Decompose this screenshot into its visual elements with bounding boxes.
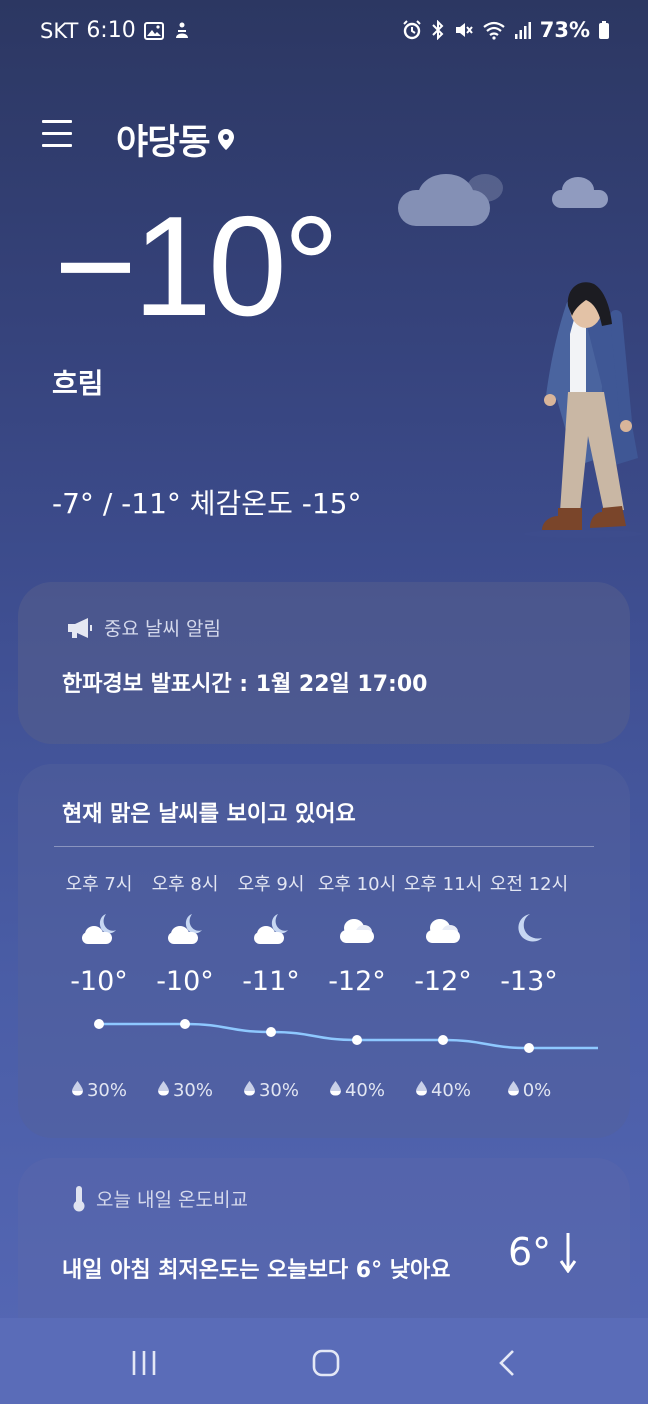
hour-time: 오전 12시 (489, 874, 569, 895)
location-name: 야당동 (116, 123, 211, 163)
alert-text: 한파경보 발표시간 : 1월 22일 17:00 (62, 672, 428, 697)
cloud-moon-icon (250, 910, 292, 948)
hourly-item: 오후 8시 -10° 30% (140, 870, 230, 1101)
current-temperature: −10° (54, 187, 340, 346)
gallery-icon (143, 21, 164, 40)
person-illustration (542, 282, 638, 530)
cloud-illustration-large (398, 174, 503, 226)
compare-header: 오늘 내일 온도비교 (72, 1184, 248, 1212)
alert-header: 중요 날씨 알림 (66, 614, 221, 641)
battery-percent: 73% (539, 18, 590, 42)
home-icon[interactable] (306, 1346, 346, 1380)
weather-alert-card[interactable]: 중요 날씨 알림 한파경보 발표시간 : 1월 22일 17:00 (18, 582, 630, 744)
compare-diff: 6° (508, 1230, 577, 1274)
carrier-label: SKT (40, 18, 79, 43)
hourly-title: 현재 맑은 날씨를 보이고 있어요 (62, 802, 356, 827)
cloud-illustration-small (552, 177, 608, 208)
hour-time: 오후 9시 (237, 874, 305, 895)
hourly-item: 오후 10시 -12° 40% (312, 870, 402, 1101)
hour-temp: - (570, 966, 598, 997)
wifi-icon (483, 21, 505, 40)
raindrop-icon (329, 1080, 342, 1101)
location-pin-icon (217, 128, 234, 150)
back-icon[interactable] (488, 1346, 528, 1380)
temperature-point (94, 1019, 104, 1029)
hour-temp: -11° (242, 966, 300, 997)
compare-text: 내일 아침 최저온도는 오늘보다 6° 낮아요 (62, 1258, 451, 1283)
hourly-divider (54, 846, 594, 847)
rain-chance: 40% (344, 1080, 385, 1101)
temperature-point (524, 1043, 534, 1053)
hour-precipitation: 0% (484, 1080, 574, 1101)
accessibility-icon (175, 22, 188, 38)
hourly-item: 오후 9시 -11° 30% (226, 870, 316, 1101)
cloud-moon-icon (78, 910, 120, 948)
hourly-item: 오후 11시 -12° 40% (398, 870, 488, 1101)
moon-icon (508, 910, 550, 948)
recents-icon[interactable] (124, 1346, 164, 1380)
compare-header-label: 오늘 내일 온도비교 (96, 1188, 248, 1211)
rain-chance: 40% (430, 1080, 471, 1101)
cloud-icon (336, 910, 378, 948)
hourly-forecast-card[interactable]: 현재 맑은 날씨를 보이고 있어요 오후 7시 -10° 30% 오후 8시 -10° 3… (18, 764, 630, 1138)
temperature-line (99, 1022, 598, 1050)
temperature-line-graph (94, 1019, 598, 1053)
hourly-item: 오후 7시 -10° 30% (54, 870, 144, 1101)
hour-temp: -12° (328, 966, 386, 997)
temperature-point (438, 1035, 448, 1045)
mute-icon (455, 23, 473, 37)
rain-chance: 0% (522, 1080, 552, 1101)
weather-illustration (398, 174, 643, 538)
raindrop-icon (157, 1080, 170, 1101)
rain-chance: 30% (172, 1080, 213, 1101)
hourly-scroll-list[interactable]: 오후 7시 -10° 30% 오후 8시 -10° 30% 오후 9시 -11° 30% 오후 1… (52, 870, 598, 1110)
megaphone-icon (68, 617, 92, 638)
hour-time: 오후 11시 (403, 874, 483, 895)
alert-header-label: 중요 날씨 알림 (104, 618, 221, 640)
thermometer-icon (73, 1186, 85, 1212)
rain-chance: 30% (258, 1080, 299, 1101)
current-condition: 흐림 (52, 367, 104, 400)
hour-time: 오후 7시 (65, 874, 133, 895)
hour-precipitation: 30% (54, 1080, 144, 1101)
arrow-down-icon (559, 1233, 577, 1273)
raindrop-icon (243, 1080, 256, 1101)
temperature-point (266, 1027, 276, 1037)
alarm-icon (403, 20, 421, 40)
hour-time: 오 (570, 870, 598, 896)
hamburger-menu-icon[interactable] (42, 120, 72, 150)
bluetooth-icon (432, 20, 444, 40)
navigation-bar (0, 1318, 648, 1404)
minmax-feels-like: -7° / -11° 체감온도 -15° (52, 487, 362, 520)
hour-precipitation: 30% (140, 1080, 230, 1101)
compare-diff-value: 6° (508, 1230, 552, 1274)
location-title[interactable]: 야당동 (116, 114, 236, 165)
temperature-point (180, 1019, 190, 1029)
signal-icon (514, 22, 531, 39)
hour-precipitation: 40% (398, 1080, 488, 1101)
raindrop-icon (507, 1080, 520, 1101)
hour-precipitation: 40% (312, 1080, 402, 1101)
hourly-item: 오- (570, 870, 598, 896)
raindrop-icon (71, 1080, 84, 1101)
hour-temp: -13° (500, 966, 558, 997)
cloud-icon (422, 910, 464, 948)
rain-chance: 30% (86, 1080, 127, 1101)
hour-temp: -10° (70, 966, 128, 997)
moon-icon (594, 910, 598, 948)
hour-precipitation: 30% (226, 1080, 316, 1101)
hour-time: 오후 8시 (151, 874, 219, 895)
hour-time: 오후 10시 (317, 874, 397, 895)
hour-temp: -10° (156, 966, 214, 997)
temperature-point (352, 1035, 362, 1045)
status-time: 6:10 (86, 18, 136, 43)
status-bar: SKT 6:10 73% (0, 0, 648, 64)
hour-temp: -12° (414, 966, 472, 997)
cloud-moon-icon (164, 910, 206, 948)
raindrop-icon (415, 1080, 428, 1101)
battery-icon (599, 21, 609, 39)
hourly-item: 오전 12시 -13° 0% (484, 870, 574, 1101)
